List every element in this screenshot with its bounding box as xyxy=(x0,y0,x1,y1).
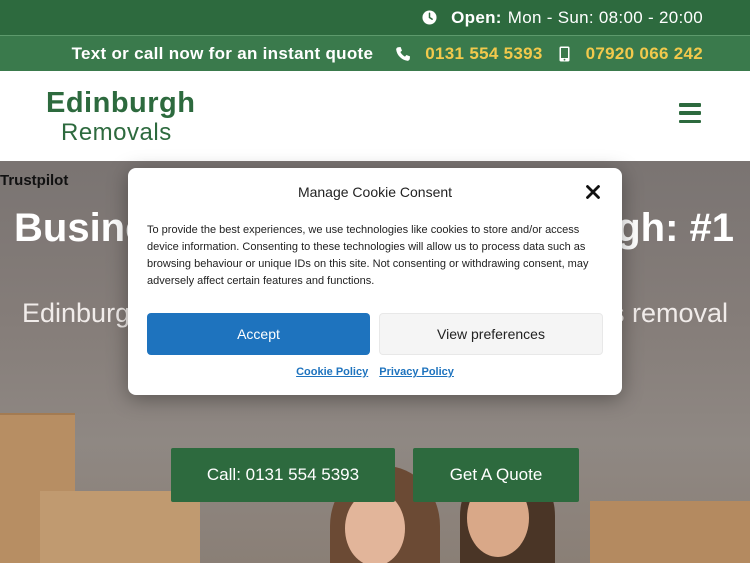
cookie-dialog-links: Cookie Policy Privacy Policy xyxy=(128,366,622,378)
open-label: Open: xyxy=(451,7,502,27)
phone-icon xyxy=(396,46,411,61)
hamburger-bar xyxy=(679,111,701,115)
hero-subtitle: Edinburgh xyxy=(22,298,146,328)
cookie-dialog-body: To provide the best experiences, we use … xyxy=(147,224,589,287)
view-preferences-button[interactable]: View preferences xyxy=(379,313,603,355)
cookie-policy-link[interactable]: Cookie Policy xyxy=(296,366,368,378)
hamburger-bar xyxy=(679,103,701,107)
hero-subtitle-right: s removal xyxy=(610,298,728,328)
mobile-phone-icon xyxy=(559,46,570,61)
landline-link[interactable]: 0131 554 5393 xyxy=(425,44,542,64)
trustpilot-widget[interactable]: Trustpilot xyxy=(0,172,68,189)
opening-hours-bar: Open: Mon - Sun: 08:00 - 20:00 xyxy=(0,0,750,35)
get-quote-button[interactable]: Get A Quote xyxy=(413,448,579,502)
privacy-policy-link[interactable]: Privacy Policy xyxy=(379,366,454,378)
contact-bar: Text or call now for an instant quote 01… xyxy=(0,35,750,71)
accept-button[interactable]: Accept xyxy=(147,313,370,355)
mobile-link[interactable]: 07920 066 242 xyxy=(586,44,703,64)
opening-hours: Mon - Sun: 08:00 - 20:00 xyxy=(507,7,703,27)
site-header: Edinburgh Removals xyxy=(0,71,750,161)
close-icon[interactable] xyxy=(585,184,601,200)
quote-prompt: Text or call now for an instant quote xyxy=(71,43,374,63)
cookie-consent-dialog: Manage Cookie Consent To provide the bes… xyxy=(128,168,622,395)
call-button[interactable]: Call: 0131 554 5393 xyxy=(171,448,395,502)
logo-line1[interactable]: Edinburgh xyxy=(46,87,195,120)
hamburger-bar xyxy=(679,119,701,123)
hamburger-icon[interactable] xyxy=(679,103,701,123)
logo-line2[interactable]: Removals xyxy=(61,119,172,147)
cookie-dialog-title: Manage Cookie Consent xyxy=(297,184,453,200)
clock-icon xyxy=(422,10,437,25)
cardboard-box-image xyxy=(590,501,750,563)
